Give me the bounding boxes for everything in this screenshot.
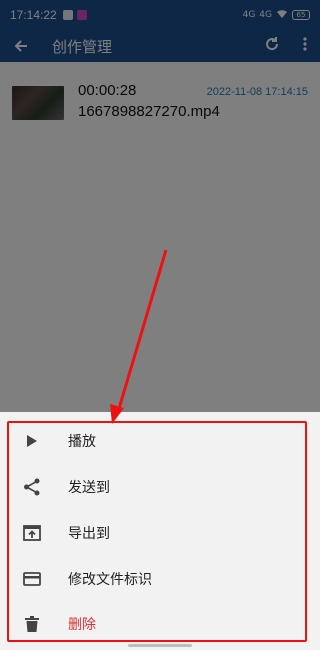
sheet-handle [128, 644, 192, 647]
annotation-highlight-box [7, 421, 307, 642]
modal-scrim[interactable] [0, 0, 320, 412]
